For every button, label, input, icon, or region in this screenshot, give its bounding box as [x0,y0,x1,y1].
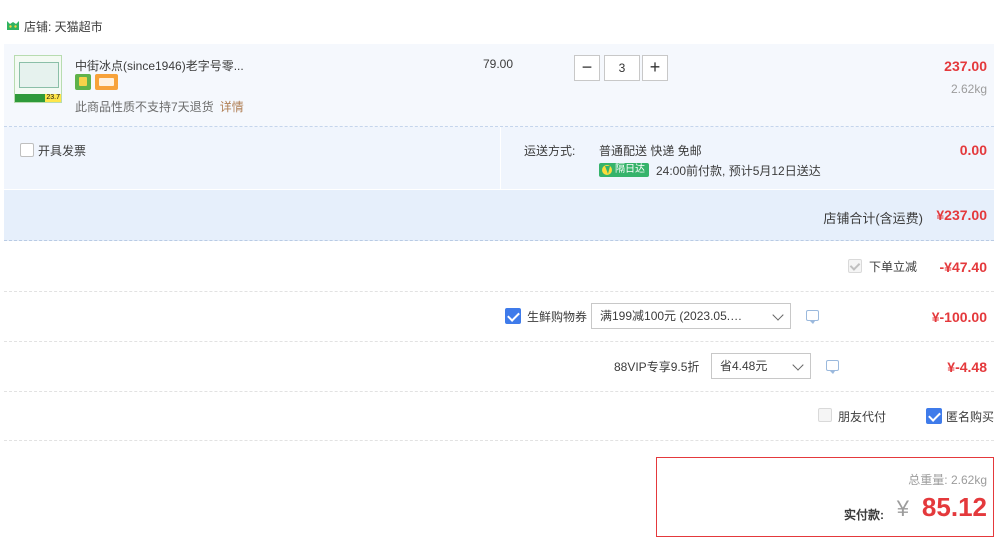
shop-header [0,0,1005,44]
shop-name[interactable]: 店铺: 天猫超市 [24,18,103,35]
instant-discount-checkbox[interactable] [848,259,862,273]
payment-amount: 85.12 [921,492,987,522]
friend-pay-label[interactable]: 朋友代付 [838,408,886,425]
quantity-input[interactable]: 3 [604,55,640,81]
coupon-discount-value: ¥-100.00 [931,309,987,325]
coupon-select[interactable]: 满199减100元 (2023.05.… [591,303,791,329]
vip-discount-select[interactable]: 省4.48元 [711,353,811,379]
total-weight: 总重量: 2.62kg [908,473,987,487]
message-icon[interactable] [826,360,839,374]
vip-selected-value: 省4.48元 [720,359,768,373]
invoice-shipping-row [4,127,994,190]
product-thumbnail[interactable]: 23.7 [14,55,62,103]
coupon-selected-value: 满199减100元 (2023.05.… [600,309,743,323]
lightning-icon [602,165,612,175]
divider [4,440,994,441]
shop-subtotal-value: ¥237.00 [936,207,987,223]
vip-discount-label: 88VIP专享9.5折 [614,360,700,374]
details-link[interactable]: 详情 [220,100,244,114]
shipping-method-label: 运送方式: [524,144,576,158]
divider [500,127,501,189]
divider [4,291,994,292]
return-policy-notice: 此商品性质不支持7天退货 详情 [75,98,244,115]
instant-discount-value: -¥47.40 [939,259,987,275]
anonymous-purchase-label[interactable]: 匿名购买 [946,408,994,425]
increase-quantity-button[interactable]: + [642,55,668,81]
decrease-quantity-button[interactable]: − [574,55,600,81]
divider [4,341,994,342]
product-image [19,62,59,88]
shipping-fee: 0.00 [959,142,987,158]
instant-discount-label: 下单立减 [869,260,918,274]
item-total-price: 237.00 [944,58,987,74]
shipping-method-options: 普通配送 快递 免邮 [599,144,702,158]
chevron-down-icon [772,309,784,321]
currency-symbol: ¥ [896,496,909,521]
divider [4,391,994,392]
item-weight: 2.62kg [950,82,987,96]
coupon-label[interactable]: 生鲜购物券 [527,308,587,325]
anonymous-purchase-checkbox[interactable] [926,408,942,424]
card-badge-icon [95,74,118,90]
next-day-badge: 隔日达 [599,163,649,177]
friend-pay-checkbox[interactable] [818,408,832,422]
return-policy-text: 此商品性质不支持7天退货 [75,100,214,114]
service-badge-icon [75,74,91,90]
payment-label: 实付款: [844,508,884,522]
message-icon[interactable] [806,310,819,324]
product-title[interactable]: 中街冰点(since1946)老字号零... [75,57,244,74]
coupon-checkbox[interactable] [505,308,521,324]
tmall-cat-icon [7,21,19,30]
vip-discount-value: ¥-4.48 [947,359,987,375]
shop-subtotal-label: 店铺合计(含运费) [823,211,923,226]
invoice-checkbox[interactable] [20,143,34,157]
product-image-tag: 23.7 [45,94,61,102]
delivery-estimate: 24:00前付款, 预计5月12日送达 [656,164,821,178]
next-day-label: 隔日达 [615,164,645,175]
invoice-label[interactable]: 开具发票 [38,142,86,159]
unit-price: 79.00 [483,57,514,71]
chevron-down-icon [792,359,804,371]
